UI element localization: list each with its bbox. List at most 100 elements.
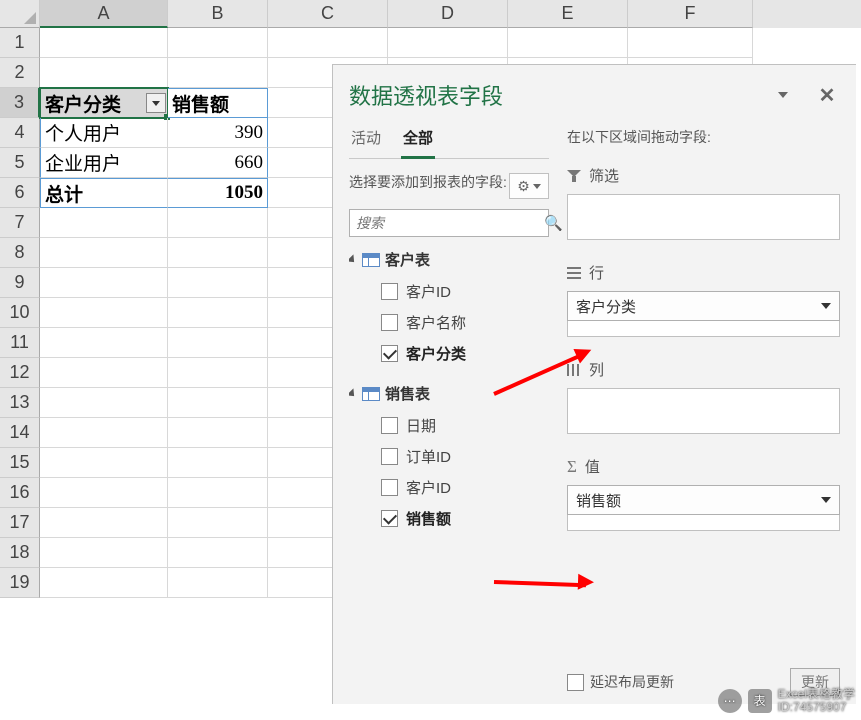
tree-field[interactable]: 销售额 [349,503,549,534]
row-header-15[interactable]: 15 [0,448,40,478]
cell-F1[interactable] [628,28,753,58]
tree-table-客户表[interactable]: 客户表 [349,249,549,270]
cell-B13[interactable] [168,388,268,418]
field-checkbox[interactable] [381,283,398,300]
pivot-filter-dropdown[interactable] [146,93,166,113]
area-item[interactable]: 客户分类 [567,291,840,321]
cell-B9[interactable] [168,268,268,298]
pane-header: 数据透视表字段 ✕ [333,65,856,115]
cols-dropzone[interactable] [567,388,840,434]
close-icon[interactable]: ✕ [814,82,840,108]
cell-A8[interactable] [40,238,168,268]
values-dropzone[interactable]: 销售额 [567,485,840,531]
cell-B14[interactable] [168,418,268,448]
cell-A12[interactable] [40,358,168,388]
cell-B18[interactable] [168,538,268,568]
cell-A19[interactable] [40,568,168,598]
field-list-options-button[interactable]: ⚙ [509,173,549,199]
cell-A4[interactable]: 个人用户 [40,118,168,148]
cell-B1[interactable] [168,28,268,58]
cell-A17[interactable] [40,508,168,538]
filter-dropzone[interactable] [567,194,840,240]
field-checkbox[interactable] [381,479,398,496]
row-header-18[interactable]: 18 [0,538,40,568]
cell-A11[interactable] [40,328,168,358]
defer-checkbox[interactable] [567,674,584,691]
row-header-4[interactable]: 4 [0,118,40,148]
col-header-F[interactable]: F [628,0,753,28]
row-header-2[interactable]: 2 [0,58,40,88]
row-header-3[interactable]: 3 [0,88,40,118]
row-header-12[interactable]: 12 [0,358,40,388]
cell-A1[interactable] [40,28,168,58]
cell-E1[interactable] [508,28,628,58]
cell-D1[interactable] [388,28,508,58]
cell-A15[interactable] [40,448,168,478]
cell-A2[interactable] [40,58,168,88]
row-header-19[interactable]: 19 [0,568,40,598]
row-header-8[interactable]: 8 [0,238,40,268]
row-header-13[interactable]: 13 [0,388,40,418]
col-header-A[interactable]: A [40,0,168,28]
cell-A5[interactable]: 企业用户 [40,148,168,178]
cell-A18[interactable] [40,538,168,568]
cell-A9[interactable] [40,268,168,298]
tab-all[interactable]: 全部 [401,123,435,159]
field-checkbox[interactable] [381,345,398,362]
tree-table-销售表[interactable]: 销售表 [349,383,549,404]
cell-B2[interactable] [168,58,268,88]
cell-A6[interactable]: 总计 [40,178,168,208]
cell-B10[interactable] [168,298,268,328]
field-checkbox[interactable] [381,417,398,434]
row-header-6[interactable]: 6 [0,178,40,208]
tree-field[interactable]: 客户分类 [349,338,549,369]
tree-field[interactable]: 日期 [349,410,549,441]
row-header-9[interactable]: 9 [0,268,40,298]
select-all-corner[interactable] [0,0,40,28]
row-header-17[interactable]: 17 [0,508,40,538]
field-checkbox[interactable] [381,448,398,465]
tree-field[interactable]: 客户名称 [349,307,549,338]
col-header-D[interactable]: D [388,0,508,28]
cell-A13[interactable] [40,388,168,418]
row-header-10[interactable]: 10 [0,298,40,328]
cell-B19[interactable] [168,568,268,598]
pane-options-button[interactable] [770,82,796,108]
row-header-5[interactable]: 5 [0,148,40,178]
cell-A3[interactable]: 客户分类 [40,88,168,118]
cell-B16[interactable] [168,478,268,508]
search-input[interactable] [350,215,544,231]
row-header-16[interactable]: 16 [0,478,40,508]
area-item[interactable]: 销售额 [567,485,840,515]
row-header-11[interactable]: 11 [0,328,40,358]
col-header-B[interactable]: B [168,0,268,28]
cell-A16[interactable] [40,478,168,508]
row-header-7[interactable]: 7 [0,208,40,238]
cell-A10[interactable] [40,298,168,328]
cell-B15[interactable] [168,448,268,478]
cell-B4[interactable]: 390 [168,118,268,148]
cell-B12[interactable] [168,358,268,388]
tree-field[interactable]: 客户ID [349,276,549,307]
tree-field[interactable]: 客户ID [349,472,549,503]
cell-B3[interactable]: 销售额 [168,88,268,118]
col-header-C[interactable]: C [268,0,388,28]
cell-B6[interactable]: 1050 [168,178,268,208]
field-checkbox[interactable] [381,314,398,331]
cell-B8[interactable] [168,238,268,268]
field-checkbox[interactable] [381,510,398,527]
cell-B7[interactable] [168,208,268,238]
row-header-14[interactable]: 14 [0,418,40,448]
col-header-E[interactable]: E [508,0,628,28]
row-header-1[interactable]: 1 [0,28,40,58]
tab-active[interactable]: 活动 [349,123,383,158]
tree-field[interactable]: 订单ID [349,441,549,472]
cell-B17[interactable] [168,508,268,538]
cell-B5[interactable]: 660 [168,148,268,178]
rows-dropzone[interactable]: 客户分类 [567,291,840,337]
field-search[interactable]: 🔍 [349,209,549,237]
cell-B11[interactable] [168,328,268,358]
cell-C1[interactable] [268,28,388,58]
cell-A7[interactable] [40,208,168,238]
cell-A14[interactable] [40,418,168,448]
